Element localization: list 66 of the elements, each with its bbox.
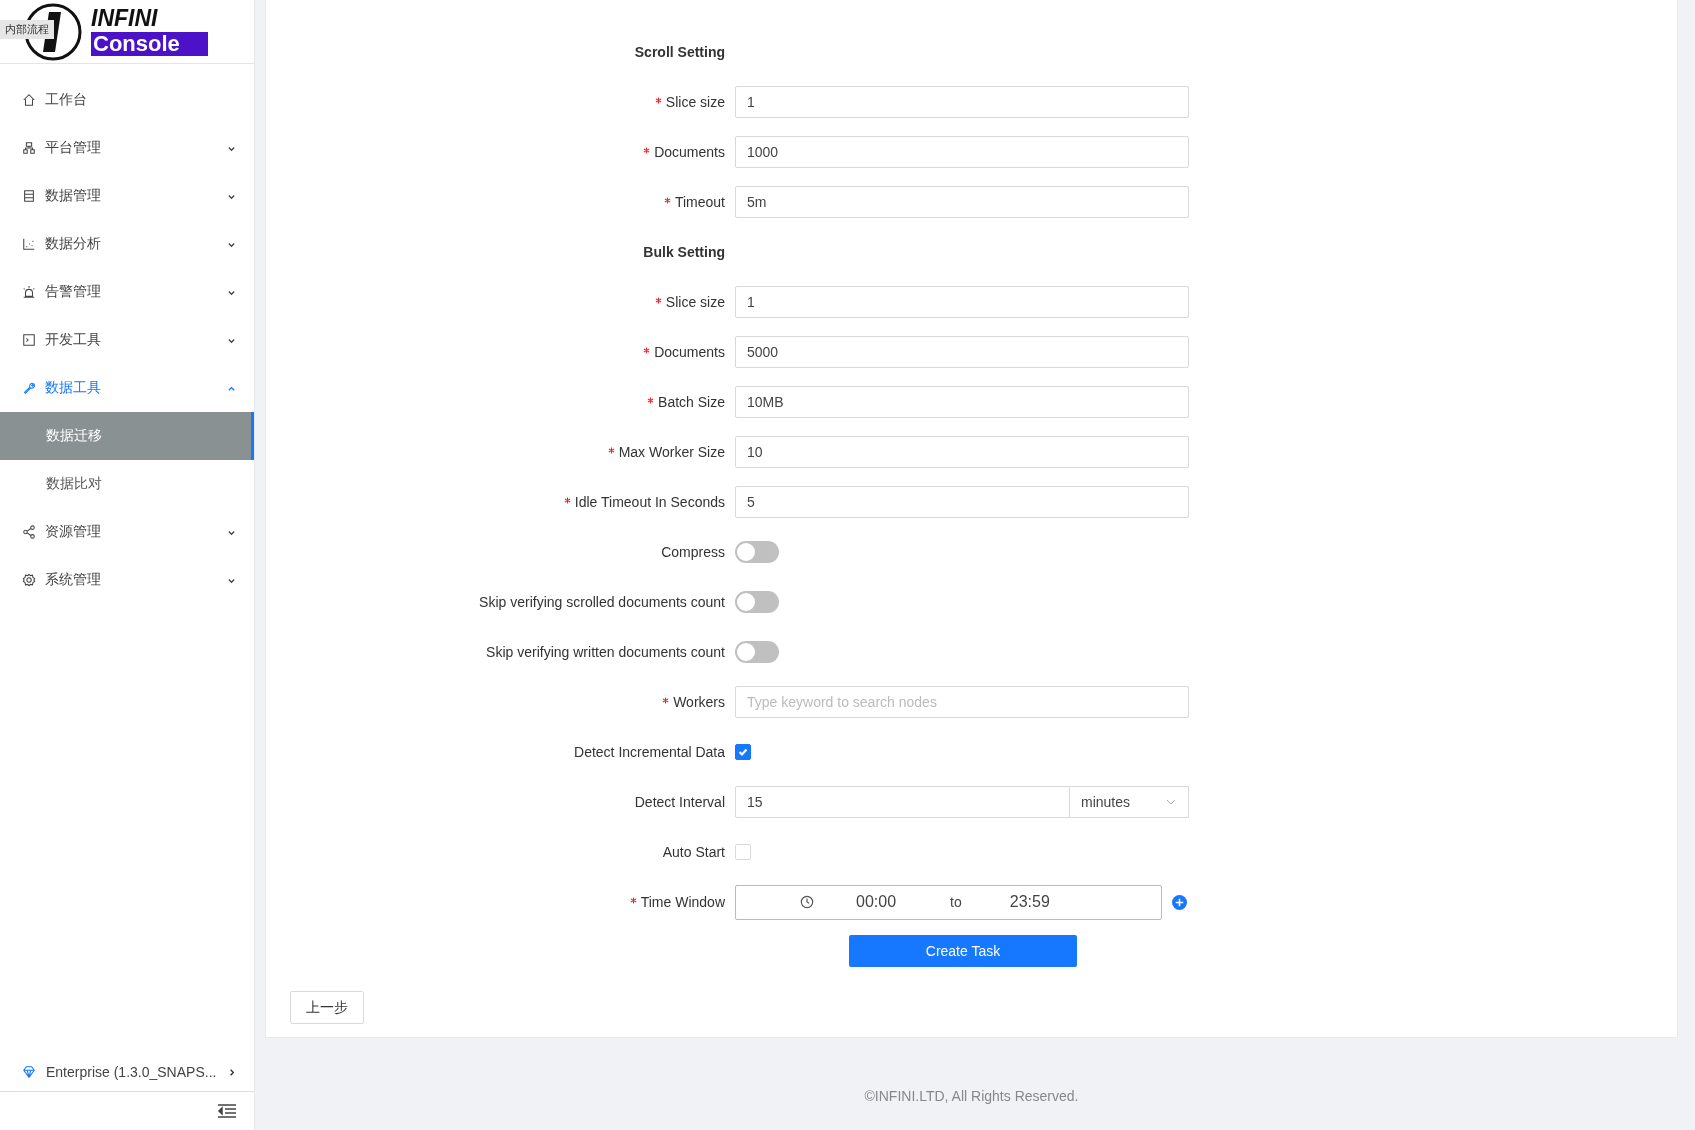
field-label: Skip verifying written documents count bbox=[486, 644, 725, 660]
unit-select[interactable]: minutes bbox=[1070, 786, 1189, 818]
copyright-text: ©INFINI.LTD, All Rights Reserved. bbox=[863, 1088, 1080, 1104]
toggle-switch[interactable] bbox=[735, 591, 779, 613]
input-field[interactable]: 1000 bbox=[735, 136, 1189, 168]
input-field[interactable]: 5000 bbox=[735, 336, 1189, 368]
logo-title: INFINI bbox=[91, 7, 159, 30]
field-label: Auto Start bbox=[662, 844, 725, 860]
toggle-switch[interactable] bbox=[735, 641, 779, 663]
field-label: Time Window bbox=[640, 894, 725, 910]
wrench-icon bbox=[22, 381, 36, 395]
input-field[interactable]: 1 bbox=[735, 86, 1189, 118]
submenu-item[interactable]: 数据比对 bbox=[0, 460, 254, 508]
field-label: Documents bbox=[654, 344, 725, 360]
back-button[interactable]: 上一步 bbox=[290, 991, 364, 1024]
scatter-chart-icon bbox=[22, 237, 36, 251]
share-icon bbox=[22, 525, 36, 539]
edition-link[interactable]: Enterprise (1.3.0_SNAPS... bbox=[0, 1053, 254, 1091]
input-field[interactable]: 5m bbox=[735, 186, 1189, 218]
field-label: Slice size bbox=[665, 94, 725, 110]
menu-item[interactable]: 开发工具 bbox=[0, 316, 254, 364]
check-icon bbox=[737, 746, 749, 758]
section-heading: Bulk Setting bbox=[643, 244, 725, 260]
add-icon[interactable] bbox=[1172, 894, 1187, 910]
time-range-picker[interactable]: 00:00 to 23:59 bbox=[735, 884, 1162, 920]
field-label: Timeout bbox=[674, 194, 725, 210]
alarm-icon bbox=[22, 285, 36, 299]
section-heading: Scroll Setting bbox=[634, 44, 725, 60]
field-label: Idle Timeout In Seconds bbox=[574, 494, 725, 510]
menu-item[interactable]: 资源管理 bbox=[0, 508, 254, 556]
terminal-icon bbox=[22, 333, 36, 347]
collapse-menu-icon[interactable] bbox=[217, 1103, 237, 1119]
menu-item[interactable]: 数据管理 bbox=[0, 172, 254, 220]
field-label: Compress bbox=[661, 544, 725, 560]
create-task-button[interactable]: Create Task bbox=[849, 935, 1077, 967]
menu-item[interactable]: 数据工具 bbox=[0, 364, 254, 412]
tooltip-tag: 内部流程 bbox=[0, 20, 54, 39]
menu-item[interactable]: 平台管理 bbox=[0, 124, 254, 172]
input-field[interactable]: 15 bbox=[735, 786, 1070, 818]
menu-item[interactable]: 工作台 bbox=[0, 76, 254, 124]
input-field[interactable]: 10MB bbox=[735, 386, 1189, 418]
field-label: Max Worker Size bbox=[618, 444, 725, 460]
checkbox[interactable] bbox=[735, 744, 751, 760]
hierarchy-icon bbox=[22, 141, 36, 155]
field-label: Workers bbox=[673, 694, 725, 710]
input-field[interactable]: Type keyword to search nodes bbox=[735, 686, 1189, 718]
field-label: Batch Size bbox=[658, 394, 725, 410]
settings-icon bbox=[22, 573, 36, 587]
clock-icon bbox=[800, 895, 814, 909]
field-label: Detect Interval bbox=[634, 794, 725, 810]
toggle-switch[interactable] bbox=[735, 541, 779, 563]
input-field[interactable]: 5 bbox=[735, 486, 1189, 518]
field-label: Slice size bbox=[665, 294, 725, 310]
menu-item[interactable]: 系统管理 bbox=[0, 556, 254, 604]
menu-item[interactable]: 数据分析 bbox=[0, 220, 254, 268]
field-label: Detect Incremental Data bbox=[574, 744, 725, 760]
logo-subtitle: Console bbox=[91, 32, 208, 56]
input-field[interactable]: 1 bbox=[735, 286, 1189, 318]
chevron-right-icon bbox=[227, 1067, 236, 1077]
database-icon bbox=[22, 189, 36, 203]
diamond-icon bbox=[22, 1065, 36, 1079]
menu-item[interactable]: 告警管理 bbox=[0, 268, 254, 316]
field-label: Skip verifying scrolled documents count bbox=[479, 594, 725, 610]
input-field[interactable]: 10 bbox=[735, 436, 1189, 468]
home-icon bbox=[22, 93, 36, 107]
field-label: Documents bbox=[654, 144, 725, 160]
